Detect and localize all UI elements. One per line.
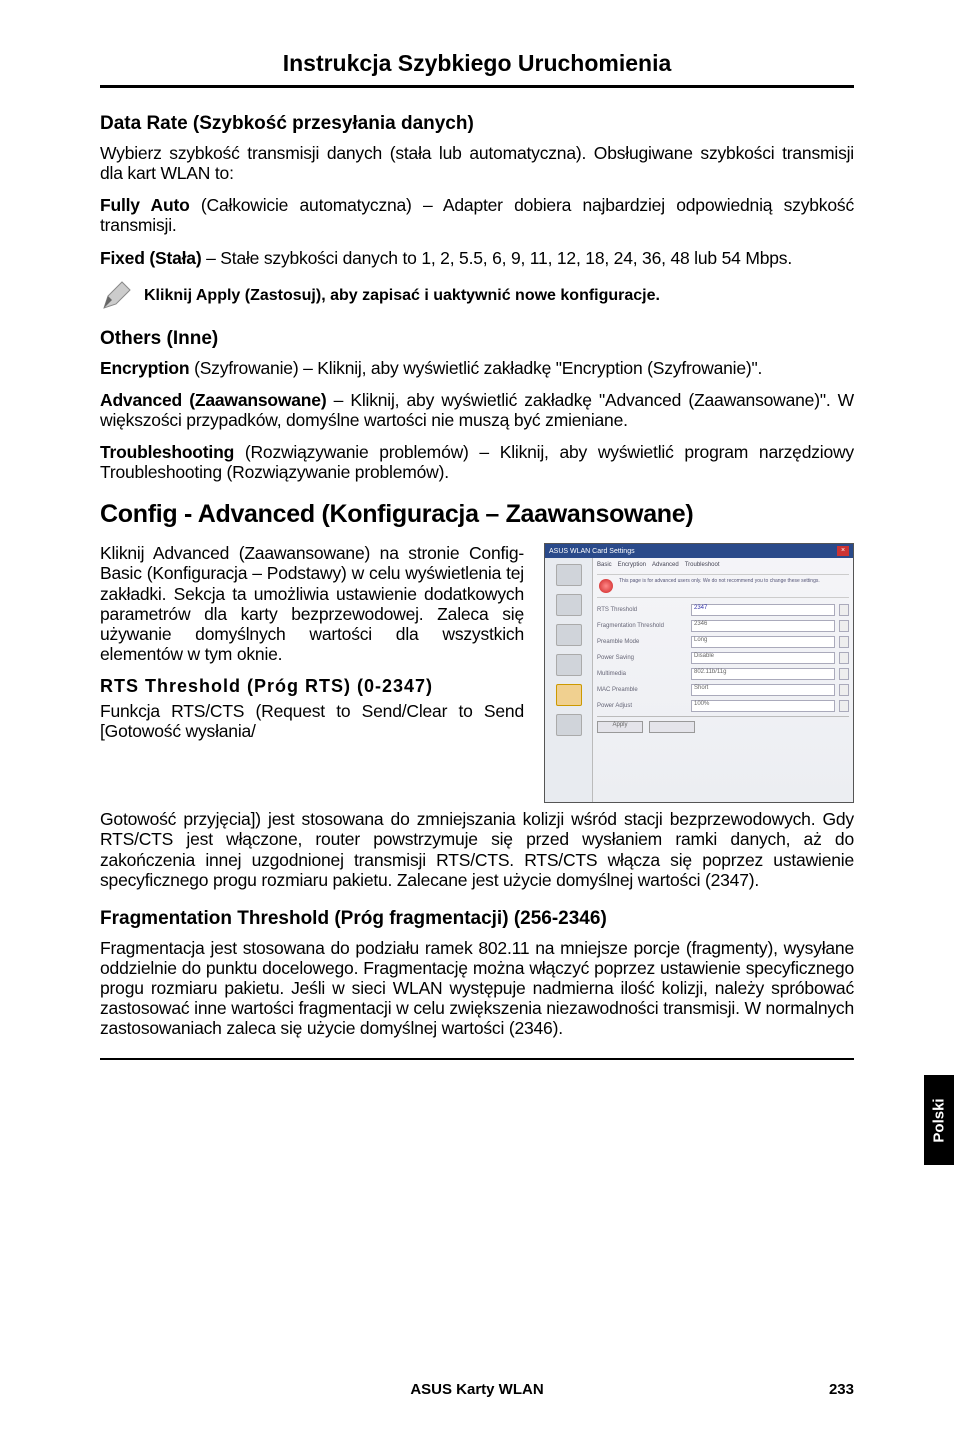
settings-tabs: Basic Encryption Advanced Troubleshoot xyxy=(597,562,849,568)
mac-field-label: MAC Preamble xyxy=(597,687,687,693)
adapter-dropdown-icon[interactable] xyxy=(839,700,849,712)
troubleshooting-label: Troubleshooting xyxy=(100,442,234,462)
encryption-text: (Szyfrowanie) – Kliknij, aby wyświetlić … xyxy=(189,358,762,378)
mode-dropdown-icon[interactable] xyxy=(839,668,849,680)
power-dropdown-icon[interactable] xyxy=(839,652,849,664)
tab-advanced[interactable]: Advanced xyxy=(652,562,679,568)
footer-page-number: 233 xyxy=(829,1381,854,1398)
note-row: Kliknij Apply (Zastosuj), aby zapisać i … xyxy=(100,280,854,312)
mac-field-select[interactable]: Short xyxy=(691,684,835,696)
encryption-paragraph: Encryption (Szyfrowanie) – Kliknij, aby … xyxy=(100,358,854,378)
footer-text: ASUS Karty WLAN xyxy=(410,1381,543,1398)
info-banner-text: This page is for advanced users only. We… xyxy=(619,579,820,585)
ok-button[interactable] xyxy=(649,721,695,733)
window-titlebar: ASUS WLAN Card Settings × xyxy=(545,544,853,558)
preamble-field-label: Preamble Mode xyxy=(597,639,687,645)
pencil-icon xyxy=(100,280,132,312)
footer-divider xyxy=(100,1058,854,1060)
sidebar-item-survey[interactable] xyxy=(556,624,582,646)
fully-auto-paragraph: Fully Auto (Całkowicie automatyczna) – A… xyxy=(100,195,854,235)
info-banner: This page is for advanced users only. We… xyxy=(597,574,849,598)
header-divider xyxy=(100,85,854,88)
sidebar-item-about[interactable] xyxy=(556,654,582,676)
page-header-title: Instrukcja Szybkiego Uruchomienia xyxy=(100,50,854,77)
rts-field-input[interactable]: 2347 xyxy=(691,604,835,616)
language-side-tab: Polski xyxy=(924,1075,954,1165)
adapter-field-select[interactable]: 100% xyxy=(691,700,835,712)
mode-field-select[interactable]: 802.11b/11g xyxy=(691,668,835,680)
rts-heading: RTS Threshold (Próg RTS) (0-2347) xyxy=(100,676,524,697)
rts-field-spinner[interactable] xyxy=(839,604,849,616)
settings-sidebar xyxy=(545,558,593,802)
language-side-tab-label: Polski xyxy=(931,1098,948,1142)
advanced-paragraph: Advanced (Zaawansowane) – Kliknij, aby w… xyxy=(100,390,854,430)
fully-auto-text: (Całkowicie automatyczna) – Adapter dobi… xyxy=(100,195,854,235)
fixed-paragraph: Fixed (Stała) – Stałe szybkości danych t… xyxy=(100,248,854,268)
frag-field-label: Fragmentation Threshold xyxy=(597,623,687,629)
rts-field-label: RTS Threshold xyxy=(597,607,687,613)
data-rate-intro: Wybierz szybkość transmisji danych (stał… xyxy=(100,143,854,183)
frag-field-spinner[interactable] xyxy=(839,620,849,632)
config-advanced-intro: Kliknij Advanced (Zaawansowane) na stron… xyxy=(100,543,524,664)
encryption-label: Encryption xyxy=(100,358,189,378)
window-title-text: ASUS WLAN Card Settings xyxy=(549,548,635,555)
power-field-label: Power Saving xyxy=(597,655,687,661)
config-advanced-heading: Config - Advanced (Konfiguracja – Zaawan… xyxy=(100,500,854,529)
warning-icon xyxy=(599,579,613,593)
adapter-field-label: Power Adjust xyxy=(597,703,687,709)
sidebar-item-link[interactable] xyxy=(556,684,582,706)
tab-troubleshoot[interactable]: Troubleshoot xyxy=(685,562,720,568)
fixed-text: – Stałe szybkości danych to 1, 2, 5.5, 6… xyxy=(201,248,792,268)
mode-field-label: Multimedia xyxy=(597,671,687,677)
sidebar-item-exit[interactable] xyxy=(556,714,582,736)
mac-dropdown-icon[interactable] xyxy=(839,684,849,696)
note-text: Kliknij Apply (Zastosuj), aby zapisać i … xyxy=(144,287,660,305)
advanced-label: Advanced (Zaawansowane) xyxy=(100,390,326,410)
close-icon[interactable]: × xyxy=(837,546,849,556)
sidebar-item-status[interactable] xyxy=(556,564,582,586)
fully-auto-label: Fully Auto xyxy=(100,195,190,215)
tab-encryption[interactable]: Encryption xyxy=(618,562,646,568)
fragmentation-body: Fragmentacja jest stosowana do podziału … xyxy=(100,938,854,1039)
rts-body-part1: Funkcja RTS/CTS (Request to Send/Clear t… xyxy=(100,701,524,741)
preamble-dropdown-icon[interactable] xyxy=(839,636,849,648)
fragmentation-heading: Fragmentation Threshold (Próg fragmentac… xyxy=(100,908,854,930)
data-rate-heading: Data Rate (Szybkość przesyłania danych) xyxy=(100,113,854,135)
tab-basic[interactable]: Basic xyxy=(597,562,612,568)
preamble-field-select[interactable]: Long xyxy=(691,636,835,648)
troubleshooting-paragraph: Troubleshooting (Rozwiązywanie problemów… xyxy=(100,442,854,482)
fixed-label: Fixed (Stała) xyxy=(100,248,201,268)
advanced-settings-screenshot: ASUS WLAN Card Settings × Basic xyxy=(544,543,854,803)
power-field-select[interactable]: Disable xyxy=(691,652,835,664)
others-heading: Others (Inne) xyxy=(100,328,854,350)
rts-body-part2: Gotowość przyjęcia]) jest stosowana do z… xyxy=(100,809,854,890)
apply-button[interactable]: Apply xyxy=(597,721,643,733)
frag-field-input[interactable]: 2346 xyxy=(691,620,835,632)
page-footer: ASUS Karty WLAN 233 xyxy=(100,1381,854,1398)
sidebar-item-config[interactable] xyxy=(556,594,582,616)
